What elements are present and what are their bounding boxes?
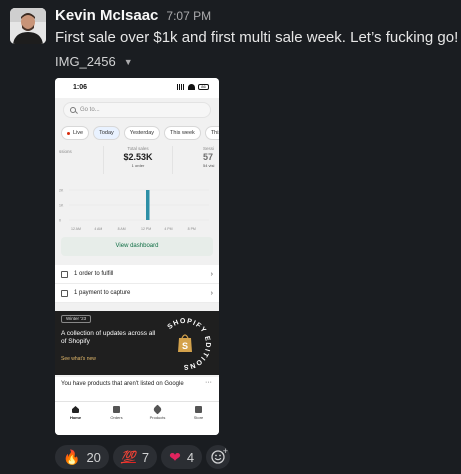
stat-sessions-partial: ssions: [59, 149, 72, 154]
stat-label: Total sales: [127, 146, 149, 151]
x-tick-label: 12 AM: [71, 227, 81, 231]
editions-promo: Winter '23 A collection of updates acros…: [55, 311, 219, 375]
heart-icon: ❤: [169, 449, 181, 465]
nav-products: Products: [137, 402, 178, 435]
promo-badge: Winter '23: [61, 315, 92, 323]
chevron-right-icon: ›: [210, 289, 213, 297]
avatar-photo: [10, 8, 46, 44]
phone-search-placeholder: Go to...: [80, 107, 100, 113]
reaction-heart[interactable]: ❤ 4: [161, 445, 203, 469]
phone-status-bar: 1:06 86: [55, 78, 219, 98]
phone-date-tabs: Live Today Yesterday This week This: [55, 126, 219, 140]
tag-icon: [152, 404, 163, 415]
phone-task-list: 1 order to fulfill › 1 payment to captur…: [55, 265, 219, 303]
reaction-count: 4: [186, 449, 195, 465]
shopify-editions-logo: SHOPIFY EDITIONS S: [166, 318, 209, 370]
nav-label: Home: [69, 415, 82, 420]
phone-tab-yesterday: Yesterday: [123, 126, 161, 140]
message-time[interactable]: 7:07 PM: [166, 9, 211, 23]
sales-chart-svg: 2K 1K 0 12 AM 4 AM 8 AM 12 PM 4 PM 8 PM: [59, 189, 209, 231]
listing-card: You have products that aren't listed on …: [55, 377, 219, 401]
signal-icon: [177, 84, 185, 90]
inbox-icon: [61, 270, 68, 278]
promo-title: A collection of updates across all of Sh…: [61, 330, 156, 345]
phone-tab-live: Live: [61, 126, 90, 140]
reaction-hundred[interactable]: 💯 7: [112, 445, 158, 469]
x-tick-label: 8 AM: [118, 227, 126, 231]
fire-icon: 🔥: [63, 449, 81, 465]
phone-stats: ssions Total sales $2.53K 1 order Sessi …: [55, 146, 219, 174]
phone-search-bar: Go to...: [63, 102, 211, 118]
chevron-right-icon: ›: [210, 270, 213, 278]
chart-bar: [146, 190, 150, 220]
listing-text: You have products that aren't listed on …: [61, 381, 184, 387]
more-icon: ···: [205, 379, 212, 386]
nav-label: Store: [193, 415, 204, 420]
author-avatar[interactable]: [10, 8, 46, 44]
view-dashboard-button: View dashboard: [61, 237, 213, 256]
attachment-name[interactable]: IMG_2456: [55, 54, 116, 69]
x-tick-label: 12 PM: [141, 227, 151, 231]
phone-status-icons: 86: [177, 84, 209, 90]
attachment-image[interactable]: 1:06 86 Go to... Live Today Yesterday Th…: [55, 78, 219, 435]
battery-icon: 86: [198, 84, 209, 90]
stat-value: 57: [203, 152, 214, 162]
x-tick-label: 4 PM: [164, 227, 172, 231]
stat-label: Sessi: [203, 146, 215, 151]
message-text: First sale over $1k and first multi sale…: [55, 29, 459, 46]
sales-chart: 2K 1K 0 12 AM 4 AM 8 AM 12 PM 4 PM 8 PM: [59, 184, 215, 234]
phone-bottom-nav: Home Orders Products Store: [55, 401, 219, 435]
wifi-icon: [188, 84, 195, 90]
nav-orders: Orders: [96, 402, 137, 435]
stat-value: $2.53K: [123, 152, 153, 162]
home-icon: [72, 406, 79, 413]
phone-status-time: 1:06: [73, 84, 88, 91]
live-dot-icon: [67, 131, 70, 135]
reaction-count: 7: [141, 449, 150, 465]
hundred-points-icon: 💯: [120, 450, 136, 464]
reaction-count: 20: [86, 449, 101, 465]
task-row: 1 payment to capture ›: [55, 284, 219, 303]
phone-tab-today: Today: [93, 126, 120, 140]
stat-sub: 1 order: [131, 163, 145, 168]
task-row: 1 order to fulfill ›: [55, 265, 219, 284]
stat-total-sales: Total sales $2.53K 1 order: [103, 146, 173, 174]
nav-label: Orders: [110, 415, 123, 420]
task-label: 1 payment to capture: [74, 290, 131, 296]
nav-store: Store: [178, 402, 219, 435]
y-tick-label: 2K: [59, 189, 64, 193]
stat-sessions: Sessi 57 54 visi: [203, 146, 214, 168]
search-icon: [70, 107, 76, 113]
reaction-fire[interactable]: 🔥 20: [55, 445, 109, 469]
attachment-header[interactable]: IMG_2456 ▼: [55, 54, 133, 69]
author-name[interactable]: Kevin McIsaac: [55, 7, 158, 24]
x-tick-label: 8 PM: [188, 227, 196, 231]
store-icon: [195, 406, 202, 413]
x-tick-label: 4 AM: [94, 227, 102, 231]
nav-home: Home: [55, 402, 96, 435]
caret-down-icon[interactable]: ▼: [124, 57, 133, 67]
svg-text:S: S: [182, 341, 188, 351]
nav-label: Products: [149, 415, 166, 420]
stat-sub: 54 visi: [203, 163, 215, 168]
plus-icon: +: [222, 446, 229, 456]
phone-tab-label: Live: [73, 130, 84, 136]
add-reaction-button[interactable]: +: [206, 445, 231, 469]
phone-tab-this: This: [204, 126, 219, 140]
y-tick-label: 0: [59, 219, 61, 223]
credit-card-icon: [61, 289, 68, 297]
reactions-bar: 🔥 20 💯 7 ❤ 4 +: [55, 445, 231, 469]
orders-icon: [113, 406, 120, 413]
promo-link: See what's new: [61, 356, 96, 362]
task-label: 1 order to fulfill: [74, 271, 114, 277]
phone-tab-this-week: This week: [164, 126, 201, 140]
y-tick-label: 1K: [59, 204, 64, 208]
message-header: Kevin McIsaac 7:07 PM: [55, 7, 211, 24]
